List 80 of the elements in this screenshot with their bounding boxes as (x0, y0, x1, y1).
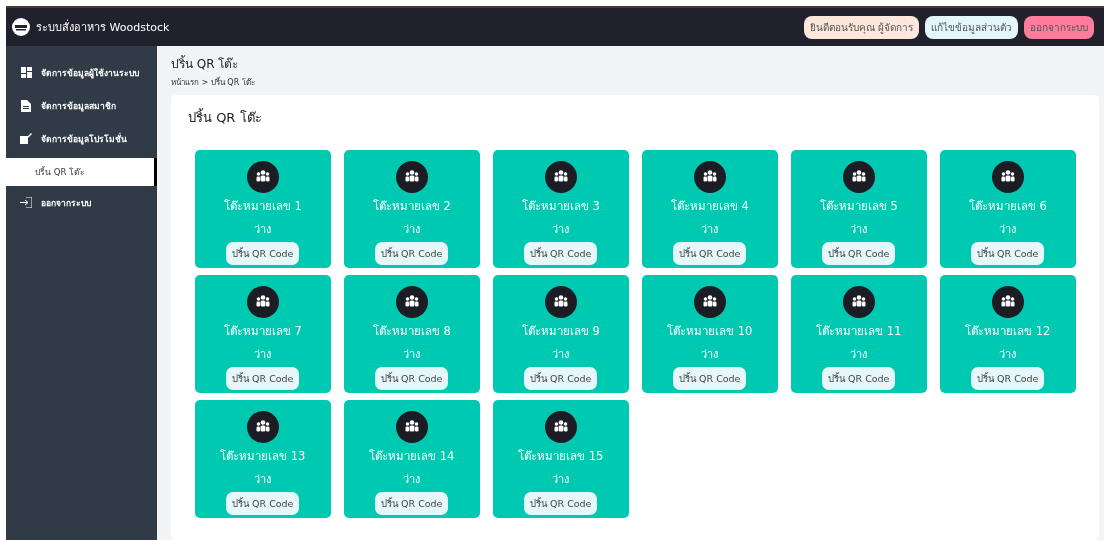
menu-label: ออกจากระบบ (41, 196, 91, 210)
page-title: ปริ้น QR โต๊ะ (171, 54, 240, 73)
menu-item[interactable]: จัดการข้อมูลโปรโมชั่น (6, 122, 157, 155)
table-status: ว่าง (254, 347, 272, 363)
table-name: โต๊ะหมายเลข 2 (372, 198, 451, 215)
print-qr-button[interactable]: ปริ้น QR Code (822, 367, 896, 390)
people-icon (842, 286, 875, 318)
table-status: ว่าง (403, 222, 421, 238)
print-qr-button[interactable]: ปริ้น QR Code (226, 367, 300, 390)
people-icon (544, 161, 577, 193)
print-qr-button[interactable]: ปริ้น QR Code (524, 492, 598, 515)
document-icon (21, 99, 31, 112)
table-name: โต๊ะหมายเลข 3 (521, 198, 600, 215)
print-qr-button[interactable]: ปริ้น QR Code (822, 242, 896, 265)
people-icon (693, 286, 726, 318)
people-icon (544, 411, 577, 443)
people-icon (842, 161, 875, 193)
people-icon (246, 411, 279, 443)
edit-icon (20, 133, 32, 144)
menu-label: จัดการข้อมูลสมาชิก (41, 99, 116, 113)
print-qr-button[interactable]: ปริ้น QR Code (673, 242, 747, 265)
print-qr-button[interactable]: ปริ้น QR Code (226, 492, 300, 515)
table-status: ว่าง (701, 222, 719, 238)
table-status: ว่าง (552, 472, 570, 488)
logout-icon (20, 197, 32, 208)
submenu-item[interactable]: ปริ้น QR โต๊ะ (6, 158, 157, 186)
print-qr-button[interactable]: ปริ้น QR Code (524, 242, 598, 265)
table-status: ว่าง (999, 347, 1017, 363)
print-qr-button[interactable]: ปริ้น QR Code (971, 367, 1045, 390)
people-icon (544, 286, 577, 318)
table-name: โต๊ะหมายเลข 12 (965, 323, 1051, 340)
table-status: ว่าง (552, 347, 570, 363)
people-icon (395, 161, 428, 193)
print-qr-button[interactable]: ปริ้น QR Code (375, 367, 449, 390)
people-icon (991, 161, 1024, 193)
greeting-button[interactable]: ยินดีตอนรับคุณ ผู้จัดการ (803, 15, 919, 39)
menu-item[interactable]: จัดการข้อมูลสมาชิก (6, 89, 157, 122)
card-title: ปริ้น QR โต๊ะ (188, 107, 263, 127)
table-name: โต๊ะหมายเลข 13 (220, 448, 306, 465)
breadcrumb: หน้าแรก > ปริ้น QR โต๊ะ (171, 76, 256, 89)
menu-item[interactable]: จัดการข้อมูลผู้ใช้งานระบบ (6, 56, 157, 89)
people-icon (246, 161, 279, 193)
table-status: ว่าง (254, 472, 272, 488)
menu-label: จัดการข้อมูลผู้ใช้งานระบบ (41, 66, 139, 80)
print-qr-button[interactable]: ปริ้น QR Code (524, 367, 598, 390)
table-status: ว่าง (403, 347, 421, 363)
people-icon (395, 286, 428, 318)
menu-label: จัดการข้อมูลโปรโมชั่น (41, 132, 127, 146)
table-name: โต๊ะหมายเลข 15 (518, 448, 604, 465)
people-icon (246, 286, 279, 318)
print-qr-button[interactable]: ปริ้น QR Code (971, 242, 1045, 265)
logo-icon (12, 18, 30, 36)
table-name: โต๊ะหมายเลข 4 (670, 198, 749, 215)
people-icon (991, 286, 1024, 318)
table-name: โต๊ะหมายเลข 14 (369, 448, 455, 465)
table-name: โต๊ะหมายเลข 1 (223, 198, 302, 215)
print-qr-button[interactable]: ปริ้น QR Code (375, 492, 449, 515)
print-qr-button[interactable]: ปริ้น QR Code (226, 242, 300, 265)
people-icon (693, 161, 726, 193)
table-status: ว่าง (701, 347, 719, 363)
app-title: ระบบสั่งอาหาร Woodstock (36, 18, 171, 36)
people-icon (395, 411, 428, 443)
table-name: โต๊ะหมายเลข 7 (223, 323, 302, 340)
edit-profile-button[interactable]: แก้ไขข้อมูลส่วนตัว (925, 15, 1018, 39)
print-qr-button[interactable]: ปริ้น QR Code (375, 242, 449, 265)
menu-item[interactable]: ออกจากระบบ (6, 186, 157, 219)
table-name: โต๊ะหมายเลข 9 (521, 323, 600, 340)
table-status: ว่าง (254, 222, 272, 238)
print-qr-button[interactable]: ปริ้น QR Code (673, 367, 747, 390)
table-status: ว่าง (403, 472, 421, 488)
table-name: โต๊ะหมายเลข 8 (372, 323, 451, 340)
table-status: ว่าง (552, 222, 570, 238)
table-name: โต๊ะหมายเลข 6 (968, 198, 1047, 215)
table-status: ว่าง (999, 222, 1017, 238)
dashboard-icon (20, 67, 32, 78)
table-name: โต๊ะหมายเลข 5 (819, 198, 898, 215)
table-name: โต๊ะหมายเลข 10 (667, 323, 753, 340)
table-status: ว่าง (850, 347, 868, 363)
table-status: ว่าง (850, 222, 868, 238)
table-name: โต๊ะหมายเลข 11 (816, 323, 902, 340)
